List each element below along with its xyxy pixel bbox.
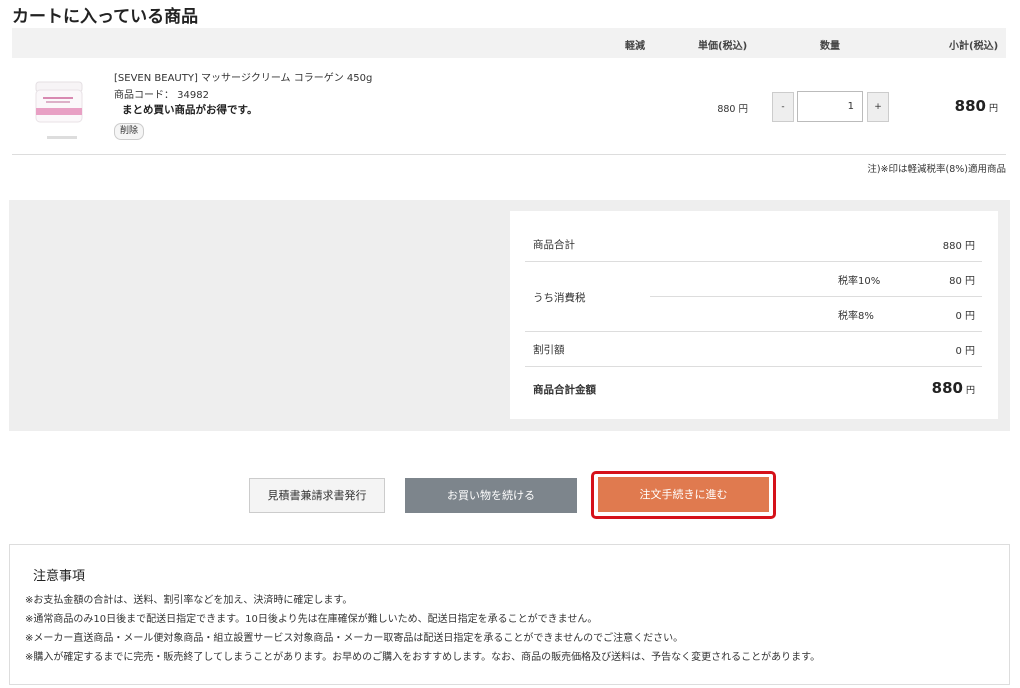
grand-total-label: 商品合計金額 xyxy=(533,384,596,396)
header-subtotal: 小計(税込) xyxy=(949,41,999,52)
estimate-invoice-button[interactable]: 見積書兼請求書発行 xyxy=(249,478,385,513)
quantity-increase-button[interactable]: + xyxy=(867,92,889,122)
discount-value: 0 円 xyxy=(955,346,975,357)
goods-total-value: 880 円 xyxy=(942,241,975,252)
thumbnail-caption xyxy=(47,136,77,139)
proceed-to-checkout-button[interactable]: 注文手続きに進む xyxy=(598,477,769,512)
tax-notice: 注)※印は軽減税率(8%)適用商品 xyxy=(867,164,1006,175)
quantity-input[interactable]: 1 xyxy=(797,91,863,122)
product-note: まとめ買い商品がお得です。 xyxy=(122,104,258,116)
grand-total-value: 880 xyxy=(931,379,963,397)
caution-line: ※お支払金額の合計は、送料、割引率などを加え、決済時に確定します。 xyxy=(25,595,353,606)
cautions-box: 注意事項 ※お支払金額の合計は、送料、割引率などを加え、決済時に確定します。 ※… xyxy=(9,544,1010,685)
tax10-label: 税率10% xyxy=(838,276,881,287)
unit-price: 880 円 xyxy=(717,104,748,115)
header-quantity: 数量 xyxy=(820,41,840,52)
tax-divider xyxy=(650,296,982,297)
quantity-decrease-button[interactable]: - xyxy=(772,92,794,122)
product-thumbnail-image[interactable] xyxy=(30,80,88,126)
tax8-label: 税率8% xyxy=(838,311,874,322)
summary-divider xyxy=(525,331,982,332)
tax-label: うち消費税 xyxy=(533,292,586,304)
delete-button[interactable]: 削除 xyxy=(114,123,145,140)
page-title: カートに入っている商品 xyxy=(12,7,199,27)
cautions-title: 注意事項 xyxy=(33,569,86,584)
goods-total-label: 商品合計 xyxy=(533,239,575,251)
discount-label: 割引額 xyxy=(533,344,565,356)
row-divider xyxy=(12,154,1006,155)
item-subtotal-unit: 円 xyxy=(988,104,998,114)
header-reduced: 軽減 xyxy=(625,41,645,52)
caution-line: ※通常商品のみ10日後まで配送日指定できます。10日後より先は在庫確保が難しいた… xyxy=(25,614,598,625)
cart-table-header: 軽減 単価(税込) 数量 小計(税込) xyxy=(12,28,1006,58)
grand-total-unit: 円 xyxy=(965,386,975,396)
continue-shopping-button[interactable]: お買い物を続ける xyxy=(405,478,577,513)
item-subtotal: 880 円 xyxy=(930,97,998,115)
tax8-value: 0 円 xyxy=(955,311,975,322)
grand-total: 880 円 xyxy=(905,379,975,397)
caution-line: ※メーカー直送商品・メール便対象商品・組立設置サービス対象商品・メーカー取寄品は… xyxy=(25,633,684,644)
product-code: 商品コード： 34982 xyxy=(114,90,209,101)
caution-line: ※購入が確定するまでに完売・販売終了してしまうことがあります。お早めのご購入をお… xyxy=(25,652,821,663)
tax10-value: 80 円 xyxy=(949,276,975,287)
item-subtotal-value: 880 xyxy=(954,97,986,115)
summary-divider xyxy=(525,366,982,367)
product-name-link[interactable]: [SEVEN BEAUTY] マッサージクリーム コラーゲン 450g xyxy=(114,69,372,84)
summary-divider xyxy=(525,261,982,262)
header-unit-price: 単価(税込) xyxy=(698,41,748,52)
